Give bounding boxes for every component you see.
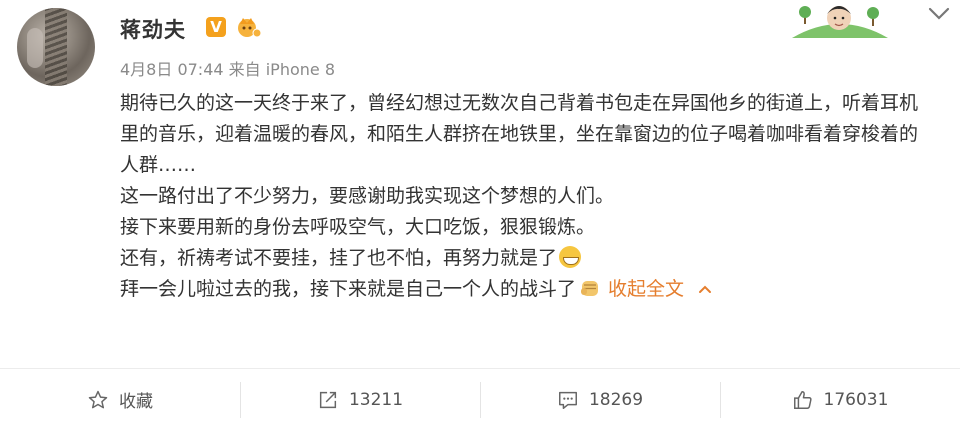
profile-decoration-icon <box>792 6 888 38</box>
post-paragraph: 期待已久的这一天终于来了，曾经幻想过无数次自己背着书包走在异国他乡的街道上，听着… <box>120 92 919 176</box>
comment-button[interactable]: 18269 <box>480 369 720 430</box>
comment-count: 18269 <box>588 389 644 410</box>
comment-icon <box>558 391 577 409</box>
avatar-shine <box>27 28 43 68</box>
fist-emoji-icon <box>581 281 599 296</box>
author-name[interactable]: 蒋劲夫 <box>120 14 186 44</box>
post-body: 期待已久的这一天终于来了，曾经幻想过无数次自己背着书包走在异国他乡的街道上，听着… <box>120 88 920 305</box>
star-icon <box>88 390 108 408</box>
post-paragraph-text: 还有，祈祷考试不要挂，挂了也不怕，再努力就是了 <box>120 247 558 269</box>
verified-v-icon: V <box>206 17 226 37</box>
avatar-texture <box>45 8 67 86</box>
collapse-full-text-link[interactable]: 收起全文 <box>608 278 684 300</box>
post-meta: 4月8日 07:44 来自 iPhone 8 <box>120 60 336 79</box>
post-paragraph-line5: 拜一会儿啦过去的我，接下来就是自己一个人的战斗了 收起全文 <box>120 274 920 305</box>
post-paragraph: 这一路付出了不少努力，要感谢助我实现这个梦想的人们。 <box>120 185 615 207</box>
like-count: 176031 <box>823 389 889 410</box>
post-paragraph-line4: 还有，祈祷考试不要挂，挂了也不怕，再努力就是了 <box>120 243 920 274</box>
repost-button[interactable]: 13211 <box>240 369 480 430</box>
post-paragraph-text: 拜一会儿啦过去的我，接下来就是自己一个人的战斗了 <box>120 278 577 300</box>
repost-count: 13211 <box>348 389 404 410</box>
more-options-chevron-icon[interactable] <box>925 4 953 24</box>
member-crown-icon <box>238 18 262 38</box>
post-paragraph: 接下来要用新的身份去呼吸空气，大口吃饭，狠狠锻炼。 <box>120 216 596 238</box>
chevron-up-icon[interactable] <box>698 284 712 294</box>
like-button[interactable]: 176031 <box>720 369 960 430</box>
author-avatar[interactable] <box>17 8 95 86</box>
action-bar: 收藏 13211 18269 176031 <box>0 369 960 430</box>
grin-emoji-icon <box>559 246 582 268</box>
favorite-button[interactable]: 收藏 <box>0 369 240 430</box>
repost-icon <box>319 391 337 408</box>
favorite-label: 收藏 <box>119 392 153 412</box>
thumbs-up-icon <box>793 390 812 409</box>
